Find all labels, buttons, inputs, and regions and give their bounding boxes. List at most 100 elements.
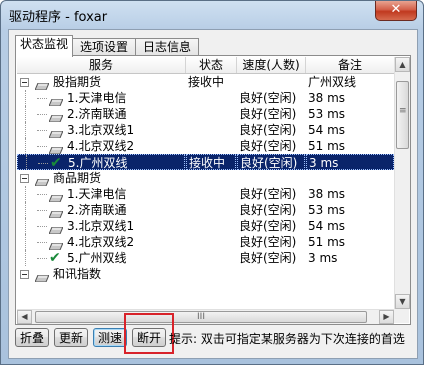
service-cell: 4.北京双线2 xyxy=(17,234,185,250)
service-cell: 4.北京双线2 xyxy=(17,138,185,154)
speed-cell xyxy=(237,266,307,282)
note-cell: 54 ms xyxy=(308,123,346,137)
tree-branch xyxy=(37,98,47,99)
note-cell: 51 ms xyxy=(308,235,346,249)
scroll-corner xyxy=(394,309,409,323)
scroll-right-arrow-icon[interactable]: ▶ xyxy=(379,310,394,324)
server-row[interactable]: 2.济南联通 良好(空闲) 53 ms xyxy=(17,106,394,122)
server-row[interactable]: 4.北京双线2 良好(空闲) 51 ms xyxy=(17,234,394,250)
hint-text: 提示: 双击可指定某服务器为下次连接的首选 xyxy=(169,332,405,346)
tree-connector xyxy=(25,202,26,218)
server-icon xyxy=(48,238,64,250)
tree-connector xyxy=(25,106,26,122)
server-row[interactable]: 3.北京双线1 良好(空闲) 54 ms xyxy=(17,218,394,234)
scroll-down-arrow-icon[interactable]: ▼ xyxy=(395,294,410,309)
scroll-up-arrow-icon[interactable]: ▲ xyxy=(395,57,410,72)
collapse-button[interactable]: 折叠 xyxy=(15,328,49,347)
connected-check-icon: ✔ xyxy=(49,250,61,266)
status-cell xyxy=(186,90,238,106)
group-name: 股指期货 xyxy=(53,75,102,89)
speed-cell: 良好(空闲) xyxy=(239,123,297,137)
tab-log[interactable]: 日志信息 xyxy=(135,38,199,56)
tree-connector xyxy=(25,250,26,266)
update-button[interactable]: 更新 xyxy=(54,328,88,347)
server-name: 4.北京双线2 xyxy=(67,235,135,249)
speed-cell xyxy=(237,74,307,90)
horizontal-scroll-thumb[interactable]: III xyxy=(35,311,367,323)
status-cell: 接收中 xyxy=(186,154,236,170)
server-row[interactable]: 2.济南联通 良好(空闲) 53 ms xyxy=(17,202,394,218)
collapse-toggle-icon[interactable] xyxy=(20,270,29,279)
service-cell: 3.北京双线1 xyxy=(17,218,185,234)
server-tree-grid[interactable]: 服务 状态 速度(人数) 备注 股指期货 接收中 广州双线 1.天津电信 良好(空闲) 3… xyxy=(17,57,394,309)
service-cell: 2.济南联通 xyxy=(17,202,185,218)
server-row[interactable]: ✔ 5.广州双线 接收中 良好(空闲) 3 ms xyxy=(17,154,394,170)
collapse-toggle-icon[interactable] xyxy=(20,174,29,183)
tab-status-monitor[interactable]: 状态监视 xyxy=(15,35,73,57)
vertical-scrollbar[interactable]: ▲ ▼ xyxy=(394,57,410,309)
column-header-service[interactable]: 服务 xyxy=(17,57,186,73)
server-group-icon xyxy=(34,174,50,186)
tree-connector xyxy=(25,218,26,234)
status-cell xyxy=(186,234,238,250)
service-cell: ✔ 5.广州双线 xyxy=(17,154,185,170)
tree-branch xyxy=(37,194,47,195)
server-row[interactable]: 1.天津电信 良好(空闲) 38 ms xyxy=(17,186,394,202)
tree-group-row[interactable]: 股指期货 接收中 广州双线 xyxy=(17,74,394,90)
tab-options[interactable]: 选项设置 xyxy=(72,38,136,56)
speed-cell: 良好(空闲) xyxy=(239,187,297,201)
tree-group-row[interactable]: 和讯指数 xyxy=(17,266,394,282)
tree-group-row[interactable]: 商品期货 xyxy=(17,170,394,186)
server-icon xyxy=(48,94,64,106)
note-cell: 54 ms xyxy=(308,219,346,233)
tree-connector xyxy=(25,234,26,250)
column-header: 服务 状态 速度(人数) 备注 xyxy=(17,57,394,74)
tree-branch xyxy=(37,226,47,227)
tree-branch xyxy=(37,242,47,243)
note-cell: 53 ms xyxy=(308,203,346,217)
status-cell xyxy=(186,266,238,282)
tree-connector xyxy=(25,90,26,106)
server-row[interactable]: ✔ 5.广州双线 良好(空闲) 3 ms xyxy=(17,250,394,266)
server-name: 2.济南联通 xyxy=(67,107,127,121)
service-cell: 1.天津电信 xyxy=(17,90,185,106)
server-name: 1.天津电信 xyxy=(67,91,127,105)
server-row[interactable]: 1.天津电信 良好(空闲) 38 ms xyxy=(17,90,394,106)
note-cell xyxy=(306,170,394,186)
status-panel: 服务 状态 速度(人数) 备注 股指期货 接收中 广州双线 1.天津电信 良好(空闲) 3… xyxy=(15,55,411,325)
group-name: 商品期货 xyxy=(53,171,102,185)
column-header-status[interactable]: 状态 xyxy=(186,57,237,73)
speed-cell: 良好(空闲) xyxy=(239,107,297,121)
server-icon xyxy=(48,126,64,138)
tree-branch xyxy=(37,210,47,211)
server-name: 1.天津电信 xyxy=(67,187,127,201)
scroll-left-arrow-icon[interactable]: ◀ xyxy=(17,310,32,324)
server-icon xyxy=(48,190,64,202)
server-name: 3.北京双线1 xyxy=(67,123,135,137)
collapse-toggle-icon[interactable] xyxy=(20,78,29,87)
server-icon xyxy=(48,206,64,218)
server-row[interactable]: 3.北京双线1 良好(空闲) 54 ms xyxy=(17,122,394,138)
status-cell xyxy=(186,202,238,218)
status-cell xyxy=(186,218,238,234)
note-cell: 3 ms xyxy=(308,251,338,265)
close-button[interactable]: ✕ xyxy=(375,1,417,21)
server-row[interactable]: 4.北京双线2 良好(空闲) 51 ms xyxy=(17,138,394,154)
speed-cell: 良好(空闲) xyxy=(239,219,297,233)
speed-cell: 良好(空闲) xyxy=(239,203,297,217)
column-header-speed[interactable]: 速度(人数) xyxy=(237,57,306,73)
speed-test-button[interactable]: 测速 xyxy=(93,328,127,347)
vertical-scroll-thumb[interactable] xyxy=(396,81,409,149)
connected-check-icon: ✔ xyxy=(50,155,62,170)
app-window: 驱动程序 - foxar ✕ 状态监视 选项设置 日志信息 服务 状态 速度(人… xyxy=(0,0,424,365)
speed-cell: 良好(空闲) xyxy=(239,251,297,265)
server-group-icon xyxy=(34,78,50,90)
speed-cell: 良好(空闲) xyxy=(239,91,297,105)
service-cell: 3.北京双线1 xyxy=(17,122,185,138)
column-header-note[interactable]: 备注 xyxy=(306,57,394,73)
title-bar: 驱动程序 - foxar ✕ xyxy=(1,1,423,29)
speed-cell xyxy=(237,170,307,186)
tree-branch xyxy=(38,163,48,164)
service-cell: 和讯指数 xyxy=(17,266,185,282)
horizontal-scrollbar[interactable]: ◀ III ▶ xyxy=(17,309,394,324)
